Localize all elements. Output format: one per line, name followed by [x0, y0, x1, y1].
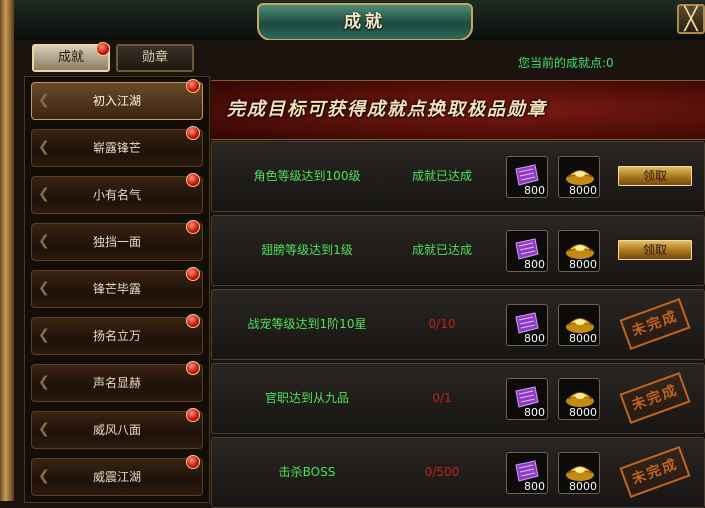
ornament-icon: ❮ [38, 233, 50, 249]
notification-dot-icon [186, 408, 200, 422]
achievement-progress: 0/10 [428, 317, 456, 331]
achievement-row: 翅膀等级达到1级 成就已达成 800 8000 领取 [211, 215, 705, 286]
reward-count: 8000 [569, 406, 597, 419]
gold-ingot-icon [566, 466, 594, 481]
notification-dot-icon [186, 267, 200, 281]
sidebar-item-label: 锋芒毕露 [92, 282, 141, 296]
sidebar-item-label: 声名显赫 [92, 376, 141, 390]
reward-item-gold[interactable]: 8000 [558, 230, 600, 272]
sidebar: ❮ 初入江湖 ❮ 崭露锋芒 ❮ 小有名气 ❮ 独挡一面 ❮ 锋芒毕露 ❮ 扬名立… [24, 76, 210, 503]
reward-count: 8000 [569, 332, 597, 345]
notification-dot-icon [186, 455, 200, 469]
close-button[interactable]: ╳ [677, 4, 705, 34]
ornament-icon: ❮ [38, 280, 50, 296]
sidebar-item-8[interactable]: ❮ 威风八面 [31, 411, 203, 449]
achievement-name: 战宠等级达到1阶10星 [247, 317, 367, 331]
ornament-icon: ❮ [38, 374, 50, 390]
reward-item-scroll[interactable]: 800 [506, 230, 548, 272]
sidebar-item-4[interactable]: ❮ 独挡一面 [31, 223, 203, 261]
claim-button[interactable]: 领取 [617, 239, 693, 261]
achievement-name: 翅膀等级达到1级 [261, 243, 353, 257]
ornament-icon: ❮ [38, 92, 50, 108]
achievement-name: 击杀BOSS [278, 465, 336, 479]
sidebar-item-7[interactable]: ❮ 声名显赫 [31, 364, 203, 402]
reward-count: 800 [524, 406, 545, 419]
gold-ingot-icon [566, 244, 594, 259]
achievement-name: 角色等级达到100级 [253, 169, 361, 183]
window-title: 成就 [257, 3, 473, 41]
achievement-status: 成就已达成 [411, 169, 472, 183]
achievement-progress: 0/500 [424, 465, 460, 479]
notification-dot-icon [186, 220, 200, 234]
achievement-points: 您当前的成就点:0 [518, 56, 614, 70]
reward-item-gold[interactable]: 8000 [558, 378, 600, 420]
reward-item-gold[interactable]: 8000 [558, 156, 600, 198]
ornament-icon: ❮ [38, 139, 50, 155]
left-frame [0, 0, 14, 501]
reward-count: 800 [524, 332, 545, 345]
incomplete-stamp: 未完成 [619, 372, 691, 424]
reward-count: 8000 [569, 184, 597, 197]
sidebar-item-label: 威震江湖 [92, 470, 141, 484]
notification-dot-icon [186, 79, 200, 93]
incomplete-stamp: 未完成 [619, 446, 691, 498]
notification-dot-icon [186, 314, 200, 328]
reward-count: 8000 [569, 258, 597, 271]
incomplete-stamp: 未完成 [619, 298, 691, 350]
sidebar-item-5[interactable]: ❮ 锋芒毕露 [31, 270, 203, 308]
reward-count: 800 [524, 184, 545, 197]
sidebar-item-1[interactable]: ❮ 初入江湖 [31, 82, 203, 120]
tab-medal-label: 勋章 [141, 50, 168, 65]
sidebar-item-2[interactable]: ❮ 崭露锋芒 [31, 129, 203, 167]
ornament-icon: ❮ [38, 468, 50, 484]
gold-ingot-icon [566, 170, 594, 185]
sidebar-item-label: 威风八面 [92, 423, 141, 437]
sidebar-item-6[interactable]: ❮ 扬名立万 [31, 317, 203, 355]
banner-text: 完成目标可获得成就点换取极品勋章 [227, 99, 547, 120]
reward-count: 8000 [569, 480, 597, 493]
sidebar-item-label: 初入江湖 [92, 94, 141, 108]
achievement-row: 角色等级达到100级 成就已达成 800 8000 领取 [211, 141, 705, 212]
notification-dot-icon [186, 173, 200, 187]
tab-medal[interactable]: 勋章 [116, 44, 194, 72]
reward-count: 800 [524, 480, 545, 493]
achievement-row: 战宠等级达到1阶10星 0/10 800 8000 未完成 [211, 289, 705, 360]
sidebar-item-label: 扬名立万 [92, 329, 141, 343]
reward-item-gold[interactable]: 8000 [558, 304, 600, 346]
reward-item-scroll[interactable]: 800 [506, 156, 548, 198]
achievement-name: 官职达到从九品 [264, 391, 349, 405]
reward-count: 800 [524, 258, 545, 271]
sidebar-item-label: 小有名气 [92, 188, 141, 202]
banner: 完成目标可获得成就点换取极品勋章 [211, 80, 705, 140]
achievement-panel: 成就 勋章 您当前的成就点:0 ❮ 初入江湖 ❮ 崭露锋芒 ❮ 小有名气 ❮ 独… [14, 40, 705, 508]
achievement-status: 成就已达成 [411, 243, 472, 257]
achievement-progress: 0/1 [432, 391, 452, 405]
reward-item-scroll[interactable]: 800 [506, 378, 548, 420]
ornament-icon: ❮ [38, 421, 50, 437]
notification-dot-icon [96, 42, 110, 56]
reward-item-scroll[interactable]: 800 [506, 452, 548, 494]
notification-dot-icon [186, 126, 200, 140]
achievement-row: 官职达到从九品 0/1 800 8000 未完成 [211, 363, 705, 434]
reward-item-scroll[interactable]: 800 [506, 304, 548, 346]
tab-achievement-label: 成就 [57, 50, 84, 65]
claim-button[interactable]: 领取 [617, 165, 693, 187]
ornament-icon: ❮ [38, 186, 50, 202]
achievement-row: 击杀BOSS 0/500 800 8000 未完成 [211, 437, 705, 508]
gold-ingot-icon [566, 318, 594, 333]
reward-item-gold[interactable]: 8000 [558, 452, 600, 494]
ornament-icon: ❮ [38, 327, 50, 343]
sidebar-item-9[interactable]: ❮ 威震江湖 [31, 458, 203, 496]
sidebar-item-label: 崭露锋芒 [92, 141, 141, 155]
sidebar-item-label: 独挡一面 [92, 235, 141, 249]
notification-dot-icon [186, 361, 200, 375]
sidebar-item-3[interactable]: ❮ 小有名气 [31, 176, 203, 214]
gold-ingot-icon [566, 392, 594, 407]
